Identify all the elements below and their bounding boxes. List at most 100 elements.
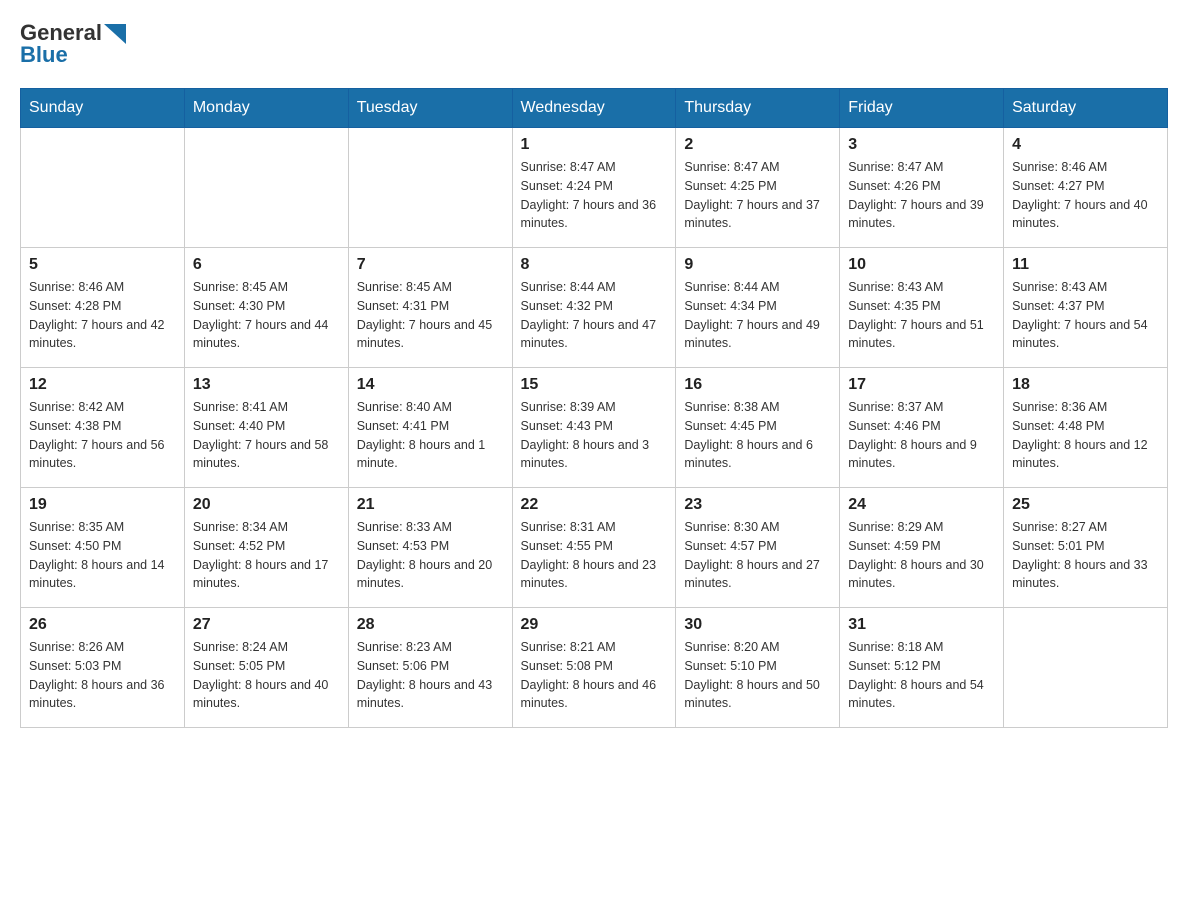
day-info: Sunrise: 8:43 AM Sunset: 4:35 PM Dayligh… (848, 278, 995, 353)
calendar-cell: 7 Sunrise: 8:45 AM Sunset: 4:31 PM Dayli… (348, 248, 512, 368)
calendar-cell: 29 Sunrise: 8:21 AM Sunset: 5:08 PM Dayl… (512, 608, 676, 728)
calendar-cell: 15 Sunrise: 8:39 AM Sunset: 4:43 PM Dayl… (512, 368, 676, 488)
calendar-cell: 1 Sunrise: 8:47 AM Sunset: 4:24 PM Dayli… (512, 128, 676, 248)
day-info: Sunrise: 8:26 AM Sunset: 5:03 PM Dayligh… (29, 638, 176, 713)
day-number: 23 (684, 496, 831, 514)
day-number: 2 (684, 136, 831, 154)
calendar-cell: 18 Sunrise: 8:36 AM Sunset: 4:48 PM Dayl… (1004, 368, 1168, 488)
day-number: 13 (193, 376, 340, 394)
col-header-friday: Friday (840, 89, 1004, 128)
calendar-cell: 5 Sunrise: 8:46 AM Sunset: 4:28 PM Dayli… (21, 248, 185, 368)
day-number: 11 (1012, 256, 1159, 274)
calendar-cell: 25 Sunrise: 8:27 AM Sunset: 5:01 PM Dayl… (1004, 488, 1168, 608)
day-number: 6 (193, 256, 340, 274)
calendar-cell (184, 128, 348, 248)
day-info: Sunrise: 8:24 AM Sunset: 5:05 PM Dayligh… (193, 638, 340, 713)
calendar-cell (348, 128, 512, 248)
calendar-header-row: SundayMondayTuesdayWednesdayThursdayFrid… (21, 89, 1168, 128)
calendar-cell: 27 Sunrise: 8:24 AM Sunset: 5:05 PM Dayl… (184, 608, 348, 728)
calendar-cell: 9 Sunrise: 8:44 AM Sunset: 4:34 PM Dayli… (676, 248, 840, 368)
day-info: Sunrise: 8:45 AM Sunset: 4:31 PM Dayligh… (357, 278, 504, 353)
day-info: Sunrise: 8:33 AM Sunset: 4:53 PM Dayligh… (357, 518, 504, 593)
day-number: 1 (521, 136, 668, 154)
day-info: Sunrise: 8:44 AM Sunset: 4:32 PM Dayligh… (521, 278, 668, 353)
day-info: Sunrise: 8:29 AM Sunset: 4:59 PM Dayligh… (848, 518, 995, 593)
day-info: Sunrise: 8:47 AM Sunset: 4:25 PM Dayligh… (684, 158, 831, 233)
day-info: Sunrise: 8:40 AM Sunset: 4:41 PM Dayligh… (357, 398, 504, 473)
day-number: 7 (357, 256, 504, 274)
calendar-cell (21, 128, 185, 248)
day-info: Sunrise: 8:42 AM Sunset: 4:38 PM Dayligh… (29, 398, 176, 473)
calendar-week-5: 26 Sunrise: 8:26 AM Sunset: 5:03 PM Dayl… (21, 608, 1168, 728)
day-info: Sunrise: 8:27 AM Sunset: 5:01 PM Dayligh… (1012, 518, 1159, 593)
logo-blue: Blue (20, 42, 68, 68)
day-info: Sunrise: 8:21 AM Sunset: 5:08 PM Dayligh… (521, 638, 668, 713)
day-info: Sunrise: 8:30 AM Sunset: 4:57 PM Dayligh… (684, 518, 831, 593)
col-header-saturday: Saturday (1004, 89, 1168, 128)
day-number: 30 (684, 616, 831, 634)
calendar-week-1: 1 Sunrise: 8:47 AM Sunset: 4:24 PM Dayli… (21, 128, 1168, 248)
calendar-cell: 11 Sunrise: 8:43 AM Sunset: 4:37 PM Dayl… (1004, 248, 1168, 368)
calendar-cell: 22 Sunrise: 8:31 AM Sunset: 4:55 PM Dayl… (512, 488, 676, 608)
calendar-week-3: 12 Sunrise: 8:42 AM Sunset: 4:38 PM Dayl… (21, 368, 1168, 488)
day-number: 15 (521, 376, 668, 394)
col-header-thursday: Thursday (676, 89, 840, 128)
day-number: 12 (29, 376, 176, 394)
day-info: Sunrise: 8:47 AM Sunset: 4:24 PM Dayligh… (521, 158, 668, 233)
day-number: 19 (29, 496, 176, 514)
day-number: 22 (521, 496, 668, 514)
day-number: 26 (29, 616, 176, 634)
calendar-cell: 19 Sunrise: 8:35 AM Sunset: 4:50 PM Dayl… (21, 488, 185, 608)
day-number: 28 (357, 616, 504, 634)
calendar-cell: 6 Sunrise: 8:45 AM Sunset: 4:30 PM Dayli… (184, 248, 348, 368)
day-number: 18 (1012, 376, 1159, 394)
col-header-wednesday: Wednesday (512, 89, 676, 128)
day-info: Sunrise: 8:44 AM Sunset: 4:34 PM Dayligh… (684, 278, 831, 353)
calendar-cell: 20 Sunrise: 8:34 AM Sunset: 4:52 PM Dayl… (184, 488, 348, 608)
logo: General Blue (20, 20, 126, 68)
day-info: Sunrise: 8:43 AM Sunset: 4:37 PM Dayligh… (1012, 278, 1159, 353)
day-number: 24 (848, 496, 995, 514)
day-info: Sunrise: 8:34 AM Sunset: 4:52 PM Dayligh… (193, 518, 340, 593)
calendar-week-2: 5 Sunrise: 8:46 AM Sunset: 4:28 PM Dayli… (21, 248, 1168, 368)
col-header-tuesday: Tuesday (348, 89, 512, 128)
calendar-cell: 26 Sunrise: 8:26 AM Sunset: 5:03 PM Dayl… (21, 608, 185, 728)
calendar-cell: 12 Sunrise: 8:42 AM Sunset: 4:38 PM Dayl… (21, 368, 185, 488)
calendar-cell: 16 Sunrise: 8:38 AM Sunset: 4:45 PM Dayl… (676, 368, 840, 488)
calendar-cell: 8 Sunrise: 8:44 AM Sunset: 4:32 PM Dayli… (512, 248, 676, 368)
day-info: Sunrise: 8:39 AM Sunset: 4:43 PM Dayligh… (521, 398, 668, 473)
calendar-cell: 4 Sunrise: 8:46 AM Sunset: 4:27 PM Dayli… (1004, 128, 1168, 248)
calendar-cell: 21 Sunrise: 8:33 AM Sunset: 4:53 PM Dayl… (348, 488, 512, 608)
day-info: Sunrise: 8:31 AM Sunset: 4:55 PM Dayligh… (521, 518, 668, 593)
day-number: 8 (521, 256, 668, 274)
calendar-cell: 30 Sunrise: 8:20 AM Sunset: 5:10 PM Dayl… (676, 608, 840, 728)
day-info: Sunrise: 8:35 AM Sunset: 4:50 PM Dayligh… (29, 518, 176, 593)
day-info: Sunrise: 8:38 AM Sunset: 4:45 PM Dayligh… (684, 398, 831, 473)
calendar-cell: 3 Sunrise: 8:47 AM Sunset: 4:26 PM Dayli… (840, 128, 1004, 248)
calendar-table: SundayMondayTuesdayWednesdayThursdayFrid… (20, 88, 1168, 728)
day-number: 3 (848, 136, 995, 154)
day-info: Sunrise: 8:41 AM Sunset: 4:40 PM Dayligh… (193, 398, 340, 473)
day-number: 25 (1012, 496, 1159, 514)
logo-triangle-icon (104, 24, 126, 44)
calendar-cell: 31 Sunrise: 8:18 AM Sunset: 5:12 PM Dayl… (840, 608, 1004, 728)
calendar-cell: 2 Sunrise: 8:47 AM Sunset: 4:25 PM Dayli… (676, 128, 840, 248)
calendar-week-4: 19 Sunrise: 8:35 AM Sunset: 4:50 PM Dayl… (21, 488, 1168, 608)
day-info: Sunrise: 8:23 AM Sunset: 5:06 PM Dayligh… (357, 638, 504, 713)
calendar-cell: 17 Sunrise: 8:37 AM Sunset: 4:46 PM Dayl… (840, 368, 1004, 488)
day-info: Sunrise: 8:47 AM Sunset: 4:26 PM Dayligh… (848, 158, 995, 233)
day-number: 20 (193, 496, 340, 514)
day-number: 10 (848, 256, 995, 274)
calendar-cell: 10 Sunrise: 8:43 AM Sunset: 4:35 PM Dayl… (840, 248, 1004, 368)
day-number: 31 (848, 616, 995, 634)
day-number: 21 (357, 496, 504, 514)
calendar-cell: 14 Sunrise: 8:40 AM Sunset: 4:41 PM Dayl… (348, 368, 512, 488)
calendar-cell: 23 Sunrise: 8:30 AM Sunset: 4:57 PM Dayl… (676, 488, 840, 608)
day-info: Sunrise: 8:46 AM Sunset: 4:27 PM Dayligh… (1012, 158, 1159, 233)
day-info: Sunrise: 8:46 AM Sunset: 4:28 PM Dayligh… (29, 278, 176, 353)
day-number: 9 (684, 256, 831, 274)
day-info: Sunrise: 8:20 AM Sunset: 5:10 PM Dayligh… (684, 638, 831, 713)
calendar-cell: 28 Sunrise: 8:23 AM Sunset: 5:06 PM Dayl… (348, 608, 512, 728)
page-header: General Blue (20, 20, 1168, 68)
day-info: Sunrise: 8:37 AM Sunset: 4:46 PM Dayligh… (848, 398, 995, 473)
